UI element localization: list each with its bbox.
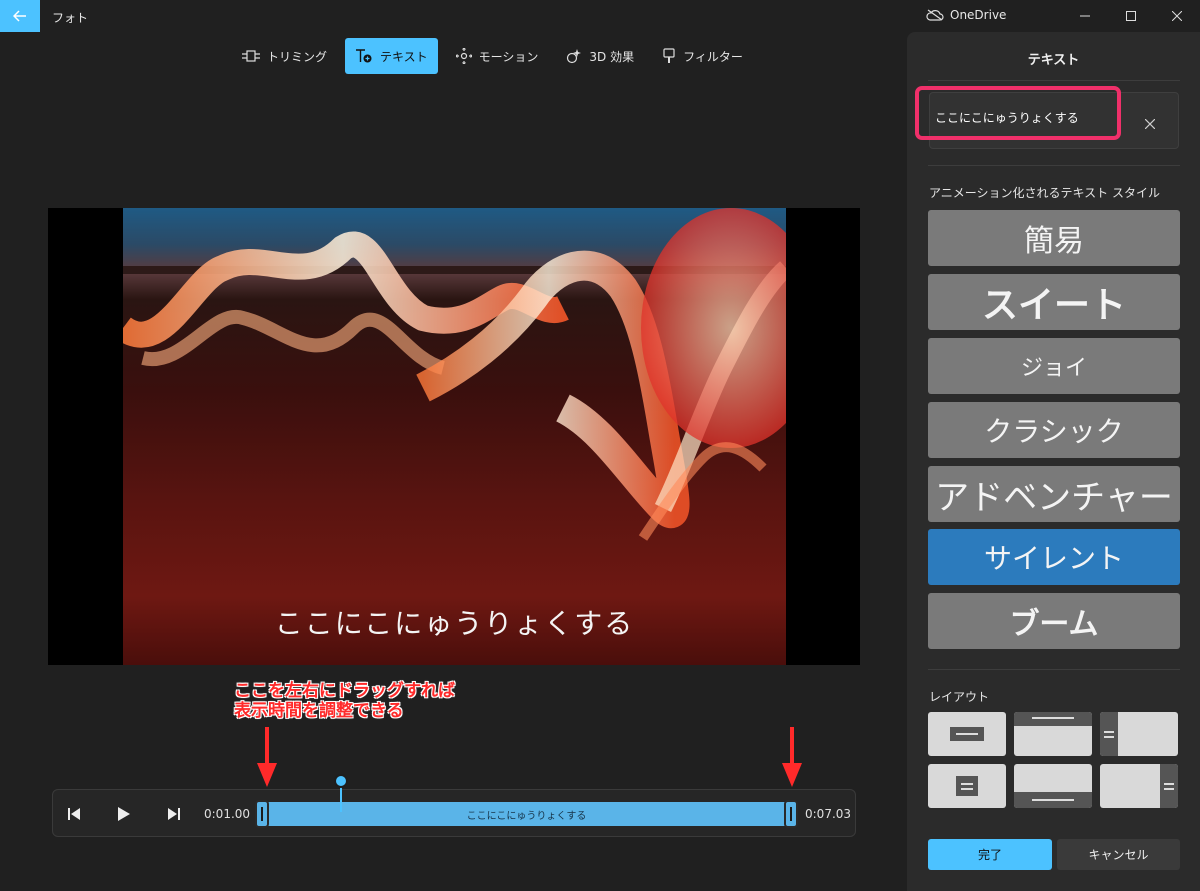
annotation-line-2: 表示時間を調整できる [234,701,404,721]
close-icon [1172,11,1182,21]
down-arrow-right-icon [782,727,802,787]
minimize-button[interactable] [1062,0,1108,32]
style-simple-button[interactable]: 簡易 [928,210,1180,266]
onedrive-label: OneDrive [950,8,1007,22]
style-label: サイレント [983,542,1124,575]
play-icon [118,807,130,821]
back-button[interactable] [0,0,40,32]
maximize-button[interactable] [1108,0,1154,32]
skip-forward-icon [168,808,180,820]
done-button[interactable]: 完了 [928,839,1052,870]
style-label: クラシック [984,415,1124,448]
cloud-off-icon [926,9,944,21]
motion-icon [455,48,472,64]
app-title: フォト [52,11,89,25]
tab-filter-label: フィルター [683,49,743,64]
overlay-text: ここにこにゅうりょくする [274,607,635,640]
layout-left-icon [1100,712,1118,756]
tab-3d-effects[interactable]: 3D 効果 [556,38,644,74]
input-highlight-frame [915,86,1121,140]
text-panel: テキスト ここにこにゅうりょくする アニメーション化されるテキスト スタイル 簡… [907,32,1200,891]
layout-bottom-icon [1014,792,1092,808]
skip-back-button[interactable] [61,802,89,826]
style-adventure-button[interactable]: アドベンチャー [928,466,1180,522]
text-icon [356,49,372,63]
minimize-icon [1080,15,1090,17]
3d-effects-icon [567,49,582,64]
tab-trim-label: トリミング [267,49,328,64]
layout-center-button[interactable] [928,712,1006,756]
skip-forward-button[interactable] [159,802,187,826]
trim-icon [242,50,260,62]
tab-trim[interactable]: トリミング [232,38,337,74]
layout-left-button[interactable] [1100,712,1178,756]
end-time: 0:07.03 [805,807,852,821]
annotation-text: ここを左右にドラッグすれば 表示時間を調整できる [234,681,455,721]
preview-photo: ここにこにゅうりょくする [123,208,786,665]
back-arrow-icon [13,10,26,22]
tab-motion[interactable]: モーション [446,38,549,74]
light-painting-image [123,208,786,541]
edit-toolbar: トリミング テキスト モーション 3D 効果 フィルター [232,38,753,74]
close-icon [1145,119,1155,129]
play-button[interactable] [110,802,138,826]
onedrive-status[interactable]: OneDrive [926,8,1006,22]
tab-filter[interactable]: フィルター [652,38,753,74]
tab-text-label: テキスト [380,49,428,64]
style-label: スイート [981,285,1126,326]
down-arrow-left-icon [257,727,277,787]
layout-top-icon [1014,712,1092,726]
layout-center-box-button[interactable] [928,764,1006,808]
tab-3d-effects-label: 3D 効果 [589,49,635,64]
start-time: 0:01.00 [204,807,251,821]
style-label: ジョイ [1020,356,1087,381]
cancel-button[interactable]: キャンセル [1057,839,1180,870]
divider [928,669,1180,670]
style-joy-button[interactable]: ジョイ [928,338,1180,394]
end-trim-handle[interactable] [784,800,798,828]
tab-motion-label: モーション [478,49,539,64]
style-label: 簡易 [1024,224,1084,259]
title-bar: フォト OneDrive [0,0,1200,32]
style-boom-button[interactable]: ブーム [928,593,1180,649]
style-label: ブーム [1009,607,1099,642]
style-label: アドベンチャー [935,477,1173,518]
layout-right-icon [1160,764,1178,808]
layout-heading: レイアウト [929,690,990,704]
clear-text-button[interactable] [1137,111,1163,137]
tab-text[interactable]: テキスト [345,38,438,74]
skip-back-icon [68,808,80,820]
close-window-button[interactable] [1154,0,1200,32]
layout-bottom-button[interactable] [1014,764,1092,808]
video-preview[interactable]: ここにこにゅうりょくする [48,208,860,665]
maximize-icon [1126,11,1136,21]
styles-heading: アニメーション化されるテキスト スタイル [929,186,1160,200]
start-trim-handle[interactable] [255,800,269,828]
panel-title: テキスト [1027,53,1080,68]
style-sweet-button[interactable]: スイート [928,274,1180,330]
divider [928,80,1180,81]
filter-icon [663,48,675,63]
playhead-handle[interactable] [334,774,348,788]
divider [928,165,1180,166]
style-classic-button[interactable]: クラシック [928,402,1180,458]
style-silent-button[interactable]: サイレント [928,529,1180,585]
timeline-bar: 0:01.00 ここにこにゅうりょくする 0:07.03 [52,789,856,837]
layout-top-button[interactable] [1014,712,1092,756]
layout-right-button[interactable] [1100,764,1178,808]
layout-center-box-icon [956,776,978,796]
annotation-line-1: ここを左右にドラッグすれば [234,681,455,701]
layout-center-icon [950,727,984,741]
